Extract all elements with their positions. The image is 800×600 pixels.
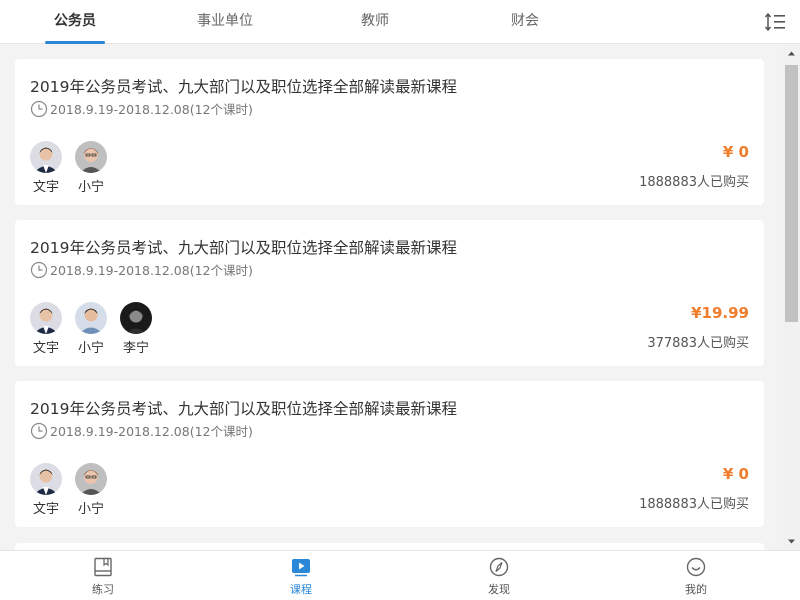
smile-icon bbox=[686, 557, 706, 577]
teacher-name: 李宁 bbox=[123, 341, 150, 356]
course-title: 2019年公务员考试、九大部门以及职位选择全部解读最新课程 bbox=[30, 78, 457, 96]
course-title: 2019年公务员考试、九大部门以及职位选择全部解读最新课程 bbox=[30, 239, 457, 257]
course-time: 2018.9.19-2018.12.08(12个课时) bbox=[30, 99, 253, 118]
scroll-up-arrow-icon[interactable] bbox=[783, 45, 800, 62]
clock-icon bbox=[30, 100, 48, 117]
scroll-down-arrow-icon[interactable] bbox=[783, 533, 800, 550]
course-time: 2018.9.19-2018.12.08(12个课时) bbox=[30, 260, 253, 279]
teacher[interactable]: 文宇 bbox=[30, 463, 75, 517]
teacher-name: 小宁 bbox=[78, 180, 105, 195]
teacher[interactable]: 小宁 bbox=[75, 463, 120, 517]
teacher[interactable]: 李宁 bbox=[120, 302, 165, 356]
nav-courses[interactable]: 课程 bbox=[261, 551, 341, 600]
course-card[interactable] bbox=[15, 543, 764, 550]
nav-practice[interactable]: 练习 bbox=[63, 551, 143, 600]
avatar bbox=[120, 302, 152, 334]
active-tab-indicator bbox=[45, 41, 105, 44]
tab-civil-servant[interactable]: 公务员 bbox=[25, 0, 125, 44]
avatar bbox=[75, 141, 107, 173]
tab-label: 公务员 bbox=[54, 13, 96, 29]
course-time-text: 2018.9.19-2018.12.08(12个课时) bbox=[50, 102, 253, 117]
sort-list-icon[interactable] bbox=[764, 11, 788, 33]
course-price: ¥ 0 bbox=[722, 465, 749, 483]
nav-label: 发现 bbox=[488, 583, 510, 596]
avatar bbox=[75, 302, 107, 334]
tab-public-institution[interactable]: 事业单位 bbox=[175, 0, 275, 44]
scroll-thumb[interactable] bbox=[785, 65, 798, 322]
course-card[interactable]: 2019年公务员考试、九大部门以及职位选择全部解读最新课程 2018.9.19-… bbox=[15, 220, 764, 366]
nav-discover[interactable]: 发现 bbox=[459, 551, 539, 600]
nav-mine[interactable]: 我的 bbox=[656, 551, 736, 600]
avatar bbox=[30, 302, 62, 334]
tab-accounting[interactable]: 财会 bbox=[475, 0, 575, 44]
clock-icon bbox=[30, 261, 48, 278]
nav-label: 课程 bbox=[290, 583, 312, 596]
course-time: 2018.9.19-2018.12.08(12个课时) bbox=[30, 421, 253, 440]
play-icon bbox=[292, 559, 310, 577]
tab-label: 事业单位 bbox=[197, 13, 253, 29]
buyer-count: 1888883人已购买 bbox=[639, 175, 749, 190]
course-price: ¥ 0 bbox=[722, 143, 749, 161]
teacher-list: 文宇 小宁 bbox=[30, 463, 120, 517]
compass-icon bbox=[489, 557, 509, 577]
avatar bbox=[30, 141, 62, 173]
avatar bbox=[75, 463, 107, 495]
teacher[interactable]: 文宇 bbox=[30, 141, 75, 195]
course-title: 2019年公务员考试、九大部门以及职位选择全部解读最新课程 bbox=[30, 400, 457, 418]
buyer-count: 377883人已购买 bbox=[647, 336, 749, 351]
tab-teacher[interactable]: 教师 bbox=[325, 0, 425, 44]
scrollbar[interactable] bbox=[783, 45, 800, 550]
buyer-count: 1888883人已购买 bbox=[639, 497, 749, 512]
tab-label: 财会 bbox=[511, 13, 539, 29]
tab-label: 教师 bbox=[361, 13, 389, 29]
teacher-name: 文宇 bbox=[33, 180, 60, 195]
nav-label: 我的 bbox=[685, 583, 707, 596]
teacher-name: 文宇 bbox=[33, 341, 60, 356]
bottom-nav: 练习 课程 发现 我的 bbox=[0, 550, 800, 600]
course-list[interactable]: 2019年公务员考试、九大部门以及职位选择全部解读最新课程 2018.9.19-… bbox=[0, 45, 780, 550]
teacher[interactable]: 小宁 bbox=[75, 141, 120, 195]
book-icon bbox=[94, 557, 112, 577]
top-tab-bar: 公务员 事业单位 教师 财会 bbox=[0, 0, 800, 44]
course-time-text: 2018.9.19-2018.12.08(12个课时) bbox=[50, 424, 253, 439]
nav-label: 练习 bbox=[92, 583, 114, 596]
avatar bbox=[30, 463, 62, 495]
course-card[interactable]: 2019年公务员考试、九大部门以及职位选择全部解读最新课程 2018.9.19-… bbox=[15, 59, 764, 205]
teacher-list: 文宇 小宁 李宁 bbox=[30, 302, 165, 356]
teacher-name: 小宁 bbox=[78, 502, 105, 517]
teacher-list: 文宇 小宁 bbox=[30, 141, 120, 195]
course-card[interactable]: 2019年公务员考试、九大部门以及职位选择全部解读最新课程 2018.9.19-… bbox=[15, 381, 764, 527]
clock-icon bbox=[30, 422, 48, 439]
course-time-text: 2018.9.19-2018.12.08(12个课时) bbox=[50, 263, 253, 278]
teacher-name: 小宁 bbox=[78, 341, 105, 356]
teacher-name: 文宇 bbox=[33, 502, 60, 517]
course-price: ¥19.99 bbox=[691, 304, 749, 322]
teacher[interactable]: 小宁 bbox=[75, 302, 120, 356]
teacher[interactable]: 文宇 bbox=[30, 302, 75, 356]
